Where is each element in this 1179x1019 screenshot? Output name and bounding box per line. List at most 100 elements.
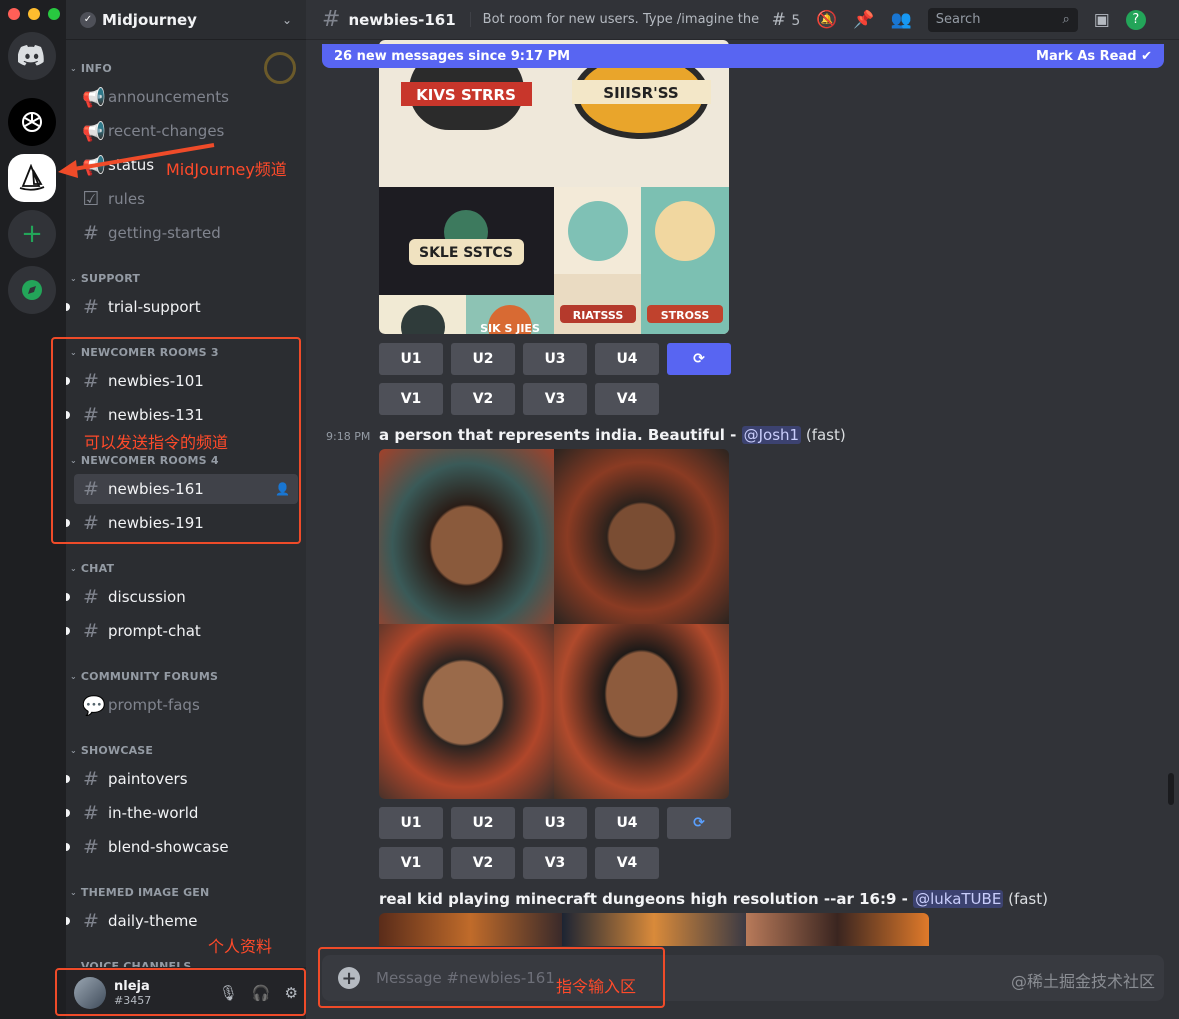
logo-text-2: SIIISR'SS [603, 84, 678, 102]
channel-rules[interactable]: ☑ rules [74, 184, 298, 214]
pin-icon[interactable]: 📌 [853, 10, 874, 30]
minecraft-image-3[interactable] [745, 913, 929, 946]
u1-button[interactable]: U1 [379, 807, 443, 839]
image-grid-3[interactable] [379, 913, 929, 946]
upscale-buttons-1: U1 U2 U3 U4 ⟳ [379, 343, 731, 375]
upscale-buttons-2: U1 U2 U3 U4 ⟳ [379, 807, 731, 839]
generated-image-4[interactable]: RIATSSS STROSS [554, 187, 729, 334]
unread-indicator [66, 809, 70, 817]
channel-trial-support[interactable]: # trial-support [66, 292, 298, 322]
threads-button[interactable]: # 5 [772, 10, 801, 30]
chatgpt-server-icon[interactable] [8, 98, 56, 146]
u2-button[interactable]: U2 [451, 807, 515, 839]
chevron-down-icon[interactable]: ⌄ [282, 13, 292, 27]
minecraft-image-2[interactable] [562, 913, 746, 946]
search-icon: ⌕ [1062, 12, 1070, 27]
category-themed-image-gen[interactable]: ⌄ THEMED IMAGE GEN [70, 886, 209, 899]
search-placeholder: Search [935, 12, 981, 27]
midjourney-server-icon[interactable] [8, 154, 56, 202]
portrait-image-2[interactable] [554, 449, 729, 624]
mark-as-read-button[interactable]: Mark As Read ✔ [1036, 49, 1152, 64]
reroll-button[interactable]: ⟳ [667, 343, 731, 375]
message-prompt-3: real kid playing minecraft dungeons high… [379, 890, 1048, 908]
message-timestamp: 9:18 PM [326, 430, 371, 443]
unread-indicator [66, 775, 70, 783]
generated-image-3[interactable]: SKLE SSTCS SIK S JIES [379, 187, 554, 334]
u4-button[interactable]: U4 [595, 343, 659, 375]
channel-prompt-faqs[interactable]: 💬 prompt-faqs [74, 690, 298, 720]
mark-as-read-label: Mark As Read [1036, 48, 1137, 64]
channel-paintovers[interactable]: # paintovers [66, 764, 298, 794]
guild-header[interactable]: ✓ Midjourney ⌄ [66, 0, 306, 40]
scrollbar-thumb[interactable] [1168, 773, 1174, 805]
user-mention[interactable]: @lukaTUBE [913, 890, 1004, 908]
v4-button[interactable]: V4 [595, 847, 659, 879]
channel-topic[interactable]: Bot room for new users. Type /imagine th… [469, 12, 760, 27]
zoom-window-button[interactable] [48, 8, 60, 20]
verified-check-icon: ✓ [80, 11, 96, 28]
v4-button[interactable]: V4 [595, 383, 659, 415]
logo-text-3: SKLE SSTCS [419, 245, 513, 261]
prompt-separator: - [896, 890, 914, 908]
channel-daily-theme[interactable]: # daily-theme [66, 906, 298, 936]
logo-text-1: KIVS STRRS [416, 86, 516, 104]
channel-getting-started[interactable]: # getting-started [74, 218, 298, 248]
discord-home-icon[interactable] [8, 32, 56, 80]
inbox-icon[interactable]: ▣ [1094, 10, 1110, 30]
u3-button[interactable]: U3 [523, 807, 587, 839]
add-server-icon[interactable]: + [8, 210, 56, 258]
reroll-icon: ⟳ [693, 815, 705, 831]
variation-buttons-2: V1 V2 V3 V4 [379, 847, 659, 879]
v1-button[interactable]: V1 [379, 383, 443, 415]
channel-prompt-chat[interactable]: # prompt-chat [66, 616, 298, 646]
v2-button[interactable]: V2 [451, 383, 515, 415]
image-grid-1[interactable]: KIVS STRRS SIIISR'SS SKLE SSTCS SIK S JIE… [379, 40, 729, 334]
unread-indicator [66, 627, 70, 635]
u4-button[interactable]: U4 [595, 807, 659, 839]
annotation-profile: 个人资料 [208, 937, 273, 956]
logo-text-5: RIATSSS [573, 309, 624, 322]
unread-indicator [66, 593, 70, 601]
new-messages-bar[interactable]: 26 new messages since 9:17 PM Mark As Re… [322, 44, 1164, 68]
image-grid-2[interactable] [379, 449, 729, 799]
reroll-icon: ⟳ [693, 351, 705, 367]
variation-buttons-1: V1 V2 V3 V4 [379, 383, 659, 415]
category-community-forums[interactable]: ⌄ COMMUNITY FORUMS [70, 670, 218, 683]
u1-button[interactable]: U1 [379, 343, 443, 375]
discord-window: + ✓ Midjourney ⌄ ⌄ INFO 📢 announcements 📢 r… [0, 0, 1179, 1019]
prompt-text: a person that represents india. Beautifu… [379, 426, 725, 444]
hash-icon: # [83, 836, 99, 858]
portrait-image-1[interactable] [379, 449, 554, 624]
reroll-button[interactable]: ⟳ [667, 807, 731, 839]
category-chat[interactable]: ⌄ CHAT [70, 562, 114, 575]
category-info[interactable]: ⌄ INFO [70, 62, 112, 75]
channel-discussion[interactable]: # discussion [66, 582, 298, 612]
user-mention[interactable]: @Josh1 [741, 426, 802, 444]
search-input[interactable]: Search ⌕ [927, 7, 1078, 32]
u2-button[interactable]: U2 [451, 343, 515, 375]
explore-servers-icon[interactable] [8, 266, 56, 314]
unread-indicator [66, 843, 70, 851]
channel-blend-showcase[interactable]: # blend-showcase [66, 832, 298, 862]
minecraft-image-1[interactable] [379, 913, 563, 946]
v3-button[interactable]: V3 [523, 383, 587, 415]
close-window-button[interactable] [8, 8, 20, 20]
channel-announcements[interactable]: 📢 announcements [74, 82, 298, 112]
v3-button[interactable]: V3 [523, 847, 587, 879]
portrait-image-4[interactable] [554, 624, 729, 799]
notification-muted-icon[interactable]: 🔕 [816, 10, 837, 30]
thread-hash-icon: # [83, 910, 99, 932]
minimize-window-button[interactable] [28, 8, 40, 20]
v1-button[interactable]: V1 [379, 847, 443, 879]
thread-hash-icon: # [83, 620, 99, 642]
u3-button[interactable]: U3 [523, 343, 587, 375]
category-support[interactable]: ⌄ SUPPORT [70, 272, 140, 285]
member-list-icon[interactable]: 👥 [891, 10, 912, 30]
forum-icon: 💬 [82, 694, 106, 717]
v2-button[interactable]: V2 [451, 847, 515, 879]
help-icon[interactable]: ? [1125, 9, 1146, 30]
channel-in-the-world[interactable]: # in-the-world [66, 798, 298, 828]
category-showcase[interactable]: ⌄ SHOWCASE [70, 744, 153, 757]
portrait-image-3[interactable] [379, 624, 554, 799]
window-controls [8, 8, 60, 20]
